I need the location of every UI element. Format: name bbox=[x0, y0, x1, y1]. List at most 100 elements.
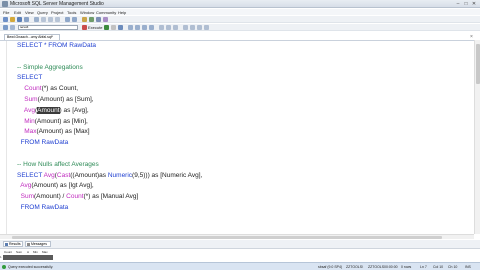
connect-icon[interactable] bbox=[3, 25, 8, 30]
menu-view[interactable]: View bbox=[25, 10, 34, 15]
code-token: Avg bbox=[43, 171, 55, 179]
template-icon[interactable] bbox=[103, 17, 108, 22]
code-line[interactable]: FROM RawData bbox=[17, 138, 69, 148]
results-to-text-icon[interactable] bbox=[159, 25, 164, 30]
status-database: ZZTOOLS bbox=[368, 265, 385, 269]
code-line[interactable]: Avg(Amount) as [Avg], bbox=[17, 106, 89, 116]
menu-file[interactable]: File bbox=[3, 10, 9, 15]
parse-icon[interactable] bbox=[118, 25, 123, 30]
code-line[interactable]: Max(Amount) as [Max] bbox=[17, 127, 89, 137]
status-mode: INS bbox=[465, 265, 471, 269]
activity-monitor-icon[interactable] bbox=[34, 17, 39, 22]
code-token: FROM RawData bbox=[17, 139, 69, 147]
comment-icon[interactable] bbox=[183, 25, 188, 30]
code-token: ((Amount)as bbox=[70, 171, 108, 179]
code-token: Max bbox=[24, 128, 37, 136]
undo-icon[interactable] bbox=[65, 17, 70, 22]
window-title: Microsoft SQL Server Management Studio bbox=[10, 1, 104, 7]
selected-text: Amount bbox=[37, 106, 60, 114]
status-bar: Query executed successfully. sbsaf (9.0 … bbox=[0, 262, 480, 270]
results-tab[interactable]: Results bbox=[3, 241, 23, 247]
code-line[interactable]: SELECT Avg(Cast((Amount)as Numeric(9,5))… bbox=[17, 171, 202, 181]
maximize-button[interactable]: □ bbox=[463, 1, 469, 7]
vertical-scrollbar[interactable] bbox=[474, 40, 480, 234]
execute-icon[interactable] bbox=[82, 25, 87, 30]
open-file-icon[interactable] bbox=[10, 17, 15, 22]
new-query-icon[interactable] bbox=[3, 17, 8, 22]
code-line[interactable]: FROM RawData bbox=[17, 203, 69, 213]
query-toolbar: tersoft Execute bbox=[0, 24, 480, 31]
increase-indent-icon[interactable] bbox=[204, 25, 209, 30]
paste-icon[interactable] bbox=[55, 17, 60, 22]
display-plan-icon[interactable] bbox=[128, 25, 133, 30]
results-tab-label: Results bbox=[9, 242, 21, 246]
code-token: (*) as Count, bbox=[41, 85, 79, 93]
debug-icon[interactable] bbox=[104, 25, 109, 30]
database-select[interactable]: tersoft bbox=[18, 25, 78, 30]
code-line[interactable]: -- How Nulls affect Averages bbox=[17, 160, 99, 170]
code-line[interactable]: Sum(Amount) as [Sum], bbox=[17, 95, 94, 105]
code-line[interactable]: Count(*) as Count, bbox=[17, 84, 78, 94]
copy-icon[interactable] bbox=[48, 17, 53, 22]
horizontal-scroll-thumb[interactable] bbox=[12, 236, 442, 239]
cancel-query-icon[interactable] bbox=[111, 25, 116, 30]
code-token: FROM RawData bbox=[17, 204, 69, 211]
messages-tab[interactable]: Messages bbox=[25, 241, 51, 247]
column-header-sum[interactable]: Sum bbox=[16, 250, 22, 254]
redo-icon[interactable] bbox=[72, 17, 77, 22]
code-line[interactable]: SELECT bbox=[17, 73, 42, 83]
results-grid[interactable]: Count Sum A Min Max 1 bbox=[0, 248, 480, 262]
uncomment-icon[interactable] bbox=[190, 25, 195, 30]
client-stats-icon[interactable] bbox=[149, 25, 154, 30]
menu-window[interactable]: Window bbox=[80, 10, 94, 15]
table-row[interactable] bbox=[3, 255, 53, 260]
messages-tab-label: Messages bbox=[31, 242, 47, 246]
menu-query[interactable]: Query bbox=[37, 10, 48, 15]
code-token: Sum bbox=[20, 193, 34, 201]
decrease-indent-icon[interactable] bbox=[197, 25, 202, 30]
query-designer-icon[interactable] bbox=[135, 25, 140, 30]
column-header-count[interactable]: Count bbox=[4, 250, 12, 254]
code-line[interactable]: Sum(Amount) / Count(*) as [Manual Avg] bbox=[17, 192, 139, 202]
menu-edit[interactable]: Edit bbox=[14, 10, 21, 15]
menu-project[interactable]: Project bbox=[51, 10, 63, 15]
code-token: -- Simple Aggregations bbox=[17, 63, 83, 71]
code-token: -- How Nulls affect Averages bbox=[17, 160, 99, 168]
menu-community[interactable]: Community bbox=[96, 10, 116, 15]
code-token: (Amount) as [Sum], bbox=[37, 96, 94, 103]
menu-help[interactable]: Help bbox=[118, 10, 126, 15]
execute-button[interactable]: Execute bbox=[88, 25, 102, 30]
code-line[interactable]: SELECT * FROM RawData bbox=[17, 41, 96, 51]
query-editor[interactable]: SELECT * FROM RawData -- Simple Aggregati… bbox=[0, 40, 474, 234]
object-explorer-icon[interactable] bbox=[82, 17, 87, 22]
horizontal-scrollbar[interactable] bbox=[0, 234, 474, 239]
save-all-icon[interactable] bbox=[24, 17, 29, 22]
column-header-min[interactable]: Min bbox=[33, 250, 38, 254]
save-icon[interactable] bbox=[17, 17, 22, 22]
code-token: Count bbox=[24, 85, 42, 93]
messages-icon bbox=[27, 243, 30, 246]
change-connection-icon[interactable] bbox=[10, 25, 15, 30]
code-token: (Amount) as [Min], bbox=[34, 117, 88, 125]
vertical-scroll-thumb[interactable] bbox=[476, 44, 480, 84]
code-token: SELECT bbox=[17, 171, 44, 179]
status-server: sbsaf (9.0 SP4) bbox=[318, 265, 343, 269]
results-to-grid-icon[interactable] bbox=[166, 25, 171, 30]
app-icon bbox=[2, 1, 8, 7]
include-plan-icon[interactable] bbox=[142, 25, 147, 30]
code-line[interactable]: Avg(Amount) as [Igt Avg], bbox=[17, 181, 93, 191]
results-to-file-icon[interactable] bbox=[173, 25, 178, 30]
toolbox-icon[interactable] bbox=[96, 17, 101, 22]
minimize-button[interactable]: – bbox=[455, 1, 461, 7]
column-header-max[interactable]: Max bbox=[42, 250, 48, 254]
cut-icon[interactable] bbox=[41, 17, 46, 22]
results-tab-strip: Results Messages bbox=[0, 240, 480, 248]
close-button[interactable]: ✕ bbox=[471, 1, 477, 7]
menu-tools[interactable]: Tools bbox=[67, 10, 76, 15]
code-line[interactable]: Min(Amount) as [Min], bbox=[17, 117, 88, 127]
properties-icon[interactable] bbox=[89, 17, 94, 22]
code-line[interactable]: -- Simple Aggregations bbox=[17, 63, 83, 73]
code-token: (*) as [Manual Avg] bbox=[83, 193, 139, 201]
column-header-avg[interactable]: A bbox=[27, 250, 29, 254]
